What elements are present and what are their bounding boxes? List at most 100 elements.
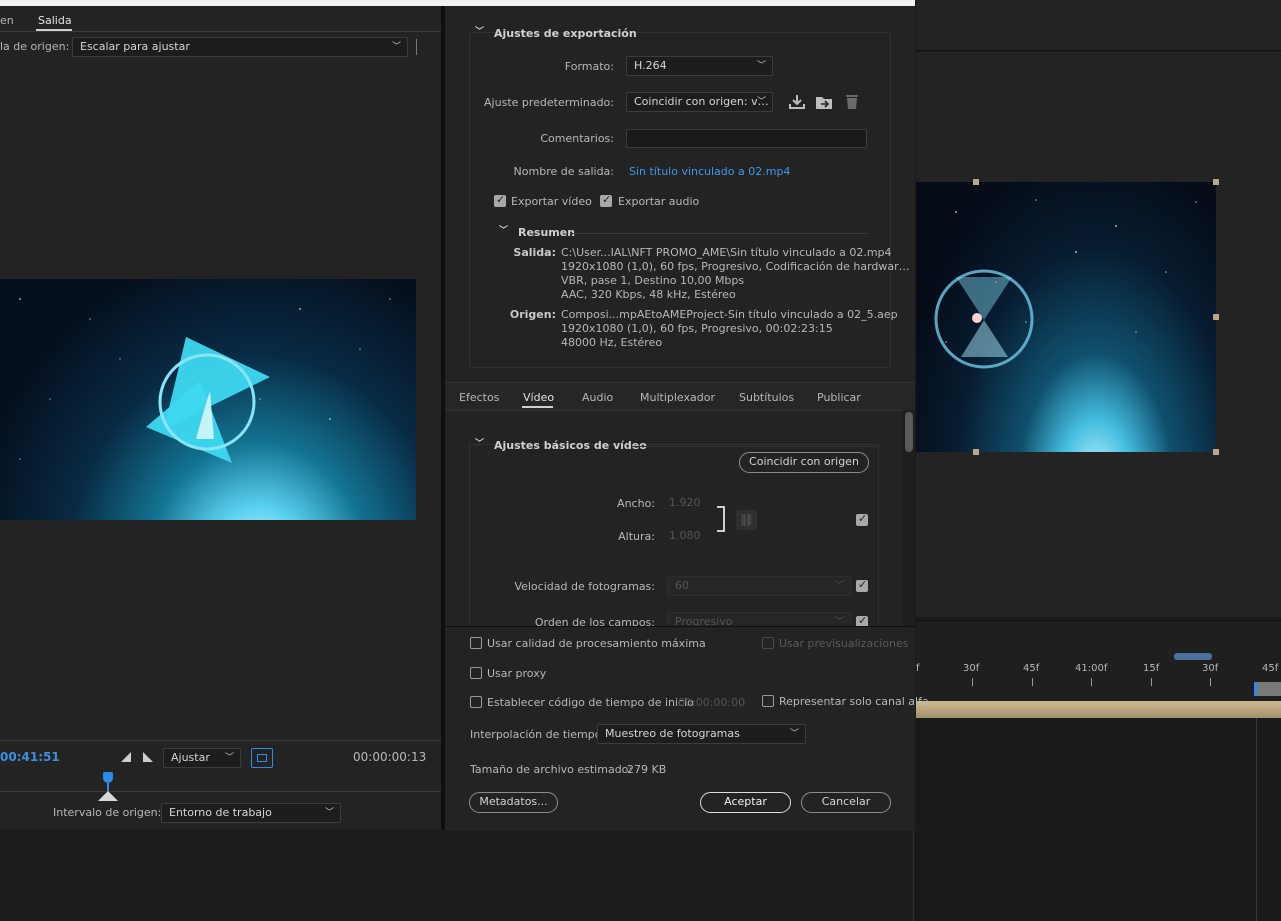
export-settings-chevron-icon[interactable]: ﹀ <box>475 24 484 37</box>
video-basic-chevron-icon[interactable]: ﹀ <box>475 436 484 449</box>
dimension-bracket <box>717 506 725 532</box>
timeline-divider <box>1256 718 1257 921</box>
chevron-down-icon: ﹀ <box>789 729 799 739</box>
chevron-down-icon: ﹀ <box>834 581 844 591</box>
work-area-bar[interactable] <box>1174 653 1212 660</box>
tab-multiplexer[interactable]: Multiplexador <box>640 391 715 404</box>
playhead-handle[interactable] <box>103 772 113 783</box>
output-name-label: Nombre de salida: <box>513 165 614 178</box>
preset-dropdown[interactable]: Coincidir con origen: v… ﹀ <box>626 92 773 112</box>
output-name-link[interactable]: Sin título vinculado a 02.mp4 <box>629 165 790 178</box>
format-dropdown[interactable]: H.264 ﹀ <box>626 56 773 76</box>
frame-rate-label: Velocidad de fotogramas: <box>514 580 655 593</box>
summary-chevron-icon[interactable]: ﹀ <box>499 223 508 236</box>
summary-title: Resumen <box>518 226 576 239</box>
tab-video-underline <box>522 406 553 408</box>
cancel-button[interactable]: Cancelar <box>801 792 891 813</box>
ruler-tick <box>1151 678 1152 686</box>
source-scaling-dropdown[interactable]: Escalar para ajustar ﹀ <box>72 37 408 57</box>
playhead-marker[interactable] <box>1254 682 1281 696</box>
output-preview <box>0 279 416 520</box>
tab-video[interactable]: Vídeo <box>523 391 554 404</box>
export-video-checkbox[interactable] <box>494 193 506 207</box>
metadata-button[interactable]: Metadatos... <box>469 792 558 813</box>
source-scaling-label: la de origen: <box>0 40 70 53</box>
chevron-down-icon: ﹀ <box>224 753 234 763</box>
max-quality-checkbox[interactable] <box>470 637 482 649</box>
aspect-ratio-icon[interactable] <box>251 748 273 768</box>
ruler-label: f <box>916 663 920 674</box>
chevron-down-icon: ﹀ <box>324 808 334 818</box>
start-timecode-value[interactable]: 00:00:00:00 <box>678 696 745 709</box>
save-preset-icon[interactable] <box>789 94 805 110</box>
summary-source-line: Composi...mpAEtoAMEProject-Sin título vi… <box>561 308 898 321</box>
export-settings-title: Ajustes de exportación <box>494 27 637 40</box>
video-basic-divider <box>631 446 879 447</box>
field-order-dropdown[interactable]: Progresivo ﹀ <box>667 612 851 626</box>
use-proxy-checkbox[interactable] <box>470 667 482 679</box>
selection-handle[interactable] <box>1213 314 1219 320</box>
match-frame-rate-checkbox[interactable] <box>856 578 868 592</box>
ruler-label: 45f <box>1023 663 1040 674</box>
ruler-label: 30f <box>963 663 980 674</box>
selection-handle[interactable] <box>973 449 979 455</box>
preset-value: Coincidir con origen: v… <box>634 95 769 108</box>
delete-preset-icon[interactable] <box>844 93 860 110</box>
time-interpolation-label: Interpolación de tiempo: <box>470 728 606 741</box>
work-area-marker-icon[interactable] <box>98 791 118 801</box>
source-range-dropdown[interactable]: Entorno de trabajo ﹀ <box>161 803 341 823</box>
match-field-order-checkbox[interactable] <box>856 614 868 626</box>
chevron-down-icon: ﹀ <box>391 42 401 52</box>
set-in-point-icon[interactable] <box>121 752 131 762</box>
match-source-button[interactable]: Coincidir con origen <box>739 452 869 473</box>
time-interpolation-dropdown[interactable]: Muestreo de fotogramas ﹀ <box>597 724 806 744</box>
use-proxy-label[interactable]: Usar proxy <box>487 667 546 680</box>
ruler-label: 41:00f <box>1075 663 1108 674</box>
accept-button[interactable]: Aceptar <box>700 792 791 813</box>
tab-source[interactable]: en <box>0 14 14 27</box>
background-timeline-header <box>916 620 1281 701</box>
scrollbar-thumb[interactable] <box>905 412 913 452</box>
timeline-layer-bar[interactable] <box>916 701 1281 718</box>
zoom-dropdown[interactable]: Ajustar ﹀ <box>163 748 241 768</box>
export-audio-label[interactable]: Exportar audio <box>618 195 699 208</box>
tab-output[interactable]: Salida <box>38 14 72 27</box>
tab-effects[interactable]: Efectos <box>459 391 499 404</box>
tab-captions[interactable]: Subtítulos <box>739 391 794 404</box>
alpha-only-label[interactable]: Representar solo canal alfa <box>779 695 929 708</box>
aspect-ratio-inner <box>257 754 267 762</box>
export-video-label[interactable]: Exportar vídeo <box>511 195 592 208</box>
comments-input[interactable] <box>626 129 867 148</box>
toolbar-separator <box>416 39 417 55</box>
tab-publish[interactable]: Publicar <box>817 391 861 404</box>
selection-handle[interactable] <box>1213 179 1219 185</box>
import-preset-icon[interactable] <box>815 94 833 110</box>
summary-source-line: 48000 Hz, Estéreo <box>561 336 663 349</box>
frame-rate-dropdown[interactable]: 60 ﹀ <box>667 576 851 596</box>
set-out-point-icon[interactable] <box>143 752 153 762</box>
start-timecode-label[interactable]: Establecer código de tiempo de inicio <box>487 696 694 709</box>
comments-label: Comentarios: <box>540 132 614 145</box>
use-previews-checkbox[interactable] <box>762 637 774 649</box>
video-basic-title: Ajustes básicos de vídeo <box>494 439 647 452</box>
max-quality-label[interactable]: Usar calidad de procesamiento máxima <box>487 637 706 650</box>
match-dimensions-checkbox[interactable] <box>856 512 868 526</box>
tab-bar-divider <box>0 31 441 32</box>
background-top-panel <box>916 0 1281 51</box>
alpha-only-checkbox[interactable] <box>762 695 774 707</box>
export-audio-checkbox[interactable] <box>600 193 612 207</box>
use-previews-label: Usar previsualizaciones <box>779 637 909 650</box>
composition-preview[interactable] <box>916 182 1216 452</box>
ruler-label: 15f <box>1143 663 1160 674</box>
height-value: 1.080 <box>669 529 701 542</box>
current-time-display[interactable]: 00:41:51 <box>0 750 60 764</box>
start-timecode-checkbox[interactable] <box>470 696 482 708</box>
format-label: Formato: <box>564 60 614 73</box>
selection-handle[interactable] <box>1213 449 1219 455</box>
link-dimensions-icon[interactable]: ⛓ <box>736 510 757 530</box>
tab-audio[interactable]: Audio <box>582 391 613 404</box>
scrubber-track[interactable] <box>0 791 441 792</box>
estimated-size-value: 279 KB <box>627 763 667 776</box>
summary-output-line: VBR, pase 1, Destino 10,00 Mbps <box>561 274 745 287</box>
selection-handle[interactable] <box>973 179 979 185</box>
